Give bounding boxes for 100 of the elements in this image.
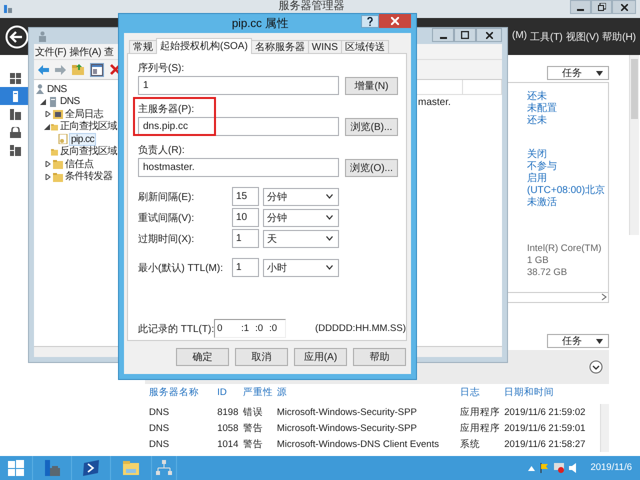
close-button[interactable] (612, 0, 636, 14)
unit-dropdown[interactable]: 分钟 (263, 188, 339, 206)
file-icon (10, 144, 20, 156)
field-label: 最小(默认) TTL(M): (138, 262, 224, 274)
tasks-dropdown[interactable]: 任务 (547, 334, 609, 348)
chevron-down-icon (326, 215, 333, 220)
property-link[interactable]: 还未 (527, 115, 608, 127)
tree-item[interactable]: 信任点 (64, 158, 94, 170)
tab[interactable]: 起始授权机构(SOA) (156, 38, 252, 54)
collapsed-arrow-icon[interactable] (45, 161, 51, 168)
number-field[interactable]: 10 (232, 208, 259, 227)
field-label: 刷新间隔(E): (138, 190, 196, 204)
tree-item[interactable]: DNS (46, 84, 68, 95)
tasks-dropdown[interactable]: 任务 (547, 66, 609, 80)
window-title: 服务器管理器 (278, 0, 346, 12)
menu-item[interactable]: (M) (512, 30, 527, 44)
nav-item[interactable] (0, 87, 30, 105)
action-button[interactable]: 浏览(B)... (345, 118, 398, 136)
expanded-arrow-icon[interactable] (44, 124, 50, 130)
column-header[interactable]: 严重性 (238, 384, 273, 401)
scroll-bar[interactable] (600, 404, 609, 452)
servers-icon (10, 108, 20, 120)
property-link[interactable]: (UTC+08:00)北京 (527, 185, 608, 197)
close-button[interactable] (476, 28, 502, 42)
input-field[interactable]: 1 (138, 76, 339, 95)
tree-item[interactable]: pip.cc (69, 132, 96, 146)
properties-icon[interactable] (91, 64, 103, 76)
table-cell-text: DNS (148, 406, 170, 420)
folder-icon[interactable] (72, 64, 84, 75)
table-cell-text: 1058 (216, 422, 239, 436)
unit-dropdown[interactable]: 天 (263, 230, 339, 248)
menu-item[interactable]: 帮助(H) (602, 30, 636, 44)
table-cell-text: 应用程序 (459, 422, 500, 436)
input-field[interactable]: hostmaster. (138, 158, 339, 177)
number-field[interactable]: 1 (232, 229, 259, 248)
collapsed-arrow-icon[interactable] (45, 111, 51, 118)
menu-item[interactable]: 操作(A) (69, 44, 102, 58)
tree-item[interactable]: 条件转发器 (64, 171, 114, 182)
delete-icon[interactable] (110, 64, 121, 75)
property-link[interactable]: 未配置 (527, 103, 608, 115)
log-icon (53, 109, 63, 120)
tab[interactable]: 常规 (129, 40, 157, 54)
help-icon (367, 17, 373, 26)
collapsed-arrow-icon[interactable] (45, 174, 51, 180)
table-cell-text: Microsoft-Windows-DNS Client Events (276, 438, 440, 452)
chevron-down-icon (326, 265, 333, 270)
maximize-button[interactable] (454, 28, 476, 42)
action-button[interactable]: 浏览(O)... (345, 158, 398, 176)
dialog-button[interactable]: 帮助 (353, 348, 406, 366)
minimize-button[interactable] (570, 0, 591, 14)
column-header[interactable]: 日期和时间 (500, 384, 600, 401)
action-button[interactable]: 增量(N) (345, 76, 398, 94)
close-button[interactable] (379, 14, 411, 28)
ttl-field[interactable]: 0 :1 :0 :0 (214, 319, 286, 338)
tree-item[interactable]: 全局日志 (64, 108, 104, 120)
property-link[interactable]: 关闭 (527, 149, 608, 161)
windows-logo-icon (8, 460, 24, 476)
up-arrow-icon[interactable] (528, 466, 536, 470)
table-cell-text: 2019/11/6 21:58:27 (503, 438, 586, 452)
minimize-button[interactable] (432, 28, 454, 42)
help-button[interactable] (361, 15, 379, 28)
unit-dropdown[interactable]: 小时 (263, 258, 339, 276)
property-link[interactable]: 不参与 (527, 161, 608, 173)
tree-item[interactable]: DNS (59, 96, 81, 108)
table-cell-text: 2019/11/6 21:59:02 (503, 406, 586, 420)
folder-icon (53, 159, 63, 170)
menu-item[interactable]: 文件(F) (35, 44, 66, 58)
list-cell: master. (418, 96, 451, 108)
tree-item[interactable]: 正向查找区域 (59, 121, 118, 132)
back-icon[interactable] (5, 24, 29, 48)
tab[interactable]: 区域传送 (340, 40, 389, 54)
dialog-button[interactable]: 应用(A) (294, 348, 347, 366)
unit-dropdown[interactable]: 分钟 (263, 208, 339, 226)
caret-icon (596, 338, 603, 344)
property-link[interactable]: 还未 (527, 91, 608, 103)
expanded-arrow-icon[interactable] (40, 98, 46, 105)
tree-item[interactable]: 反向查找区域 (59, 146, 118, 158)
dialog-button[interactable]: 确定 (176, 348, 229, 366)
back-arrow-icon[interactable] (38, 64, 49, 74)
column-header[interactable]: 源 (272, 384, 456, 401)
number-field[interactable]: 15 (232, 187, 259, 206)
column-header[interactable]: ID (213, 384, 239, 401)
scroll-bar[interactable] (629, 55, 639, 235)
number-field[interactable]: 1 (232, 258, 259, 277)
flag-icon[interactable] (540, 463, 550, 473)
app-icon (3, 4, 13, 14)
menu-item[interactable]: 视图(V) (566, 30, 600, 44)
dialog-title: pip.cc 属性 (230, 16, 290, 31)
tab[interactable]: 名称服务器 (250, 40, 309, 54)
column-header[interactable]: 日志 (456, 384, 500, 401)
property-link[interactable]: 启用 (527, 173, 608, 185)
input-field[interactable]: dns.pip.cc (138, 117, 339, 136)
property-link[interactable]: 未激活 (527, 197, 608, 209)
maximize-button[interactable] (591, 0, 612, 14)
dialog-button[interactable]: 取消 (235, 348, 288, 366)
network-icon[interactable] (554, 463, 564, 473)
expand-icon[interactable] (589, 360, 603, 374)
menu-item[interactable]: 工具(T) (530, 30, 563, 44)
column-header[interactable]: 服务器名称 (145, 384, 214, 401)
menu-item[interactable]: 查 (104, 44, 114, 58)
